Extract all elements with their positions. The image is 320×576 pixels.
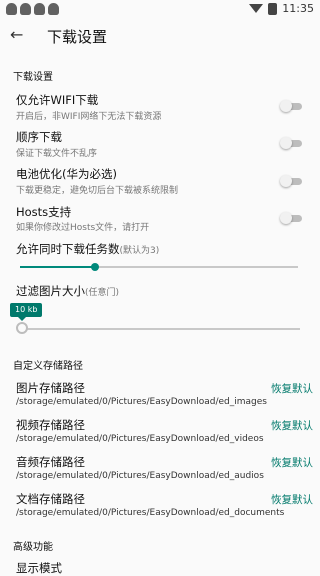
video-path-value: /storage/emulated/0/Pictures/EasyDownloa… bbox=[16, 434, 264, 444]
battery-optimization-switch[interactable] bbox=[280, 175, 302, 187]
section-header-custom-path: 自定义存储路径 bbox=[13, 361, 83, 372]
filter-size-label: 过滤图片大小(任意门) bbox=[16, 283, 119, 299]
video-path-title[interactable]: 视频存储路径 bbox=[16, 417, 85, 433]
filter-size-slider-track[interactable] bbox=[20, 328, 300, 330]
back-arrow-icon[interactable]: ← bbox=[10, 26, 23, 44]
notification-icon bbox=[6, 3, 17, 15]
concurrent-tasks-label: 允许同时下载任务数(默认为3) bbox=[16, 241, 159, 257]
notification-icons bbox=[6, 3, 59, 15]
filter-size-slider-thumb[interactable] bbox=[16, 322, 28, 334]
audio-path-title[interactable]: 音频存储路径 bbox=[16, 454, 85, 470]
toggle-sequential-subtitle: 保证下载文件不乱序 bbox=[16, 149, 98, 159]
wifi-icon bbox=[249, 4, 264, 13]
concurrent-tasks-label-text: 允许同时下载任务数 bbox=[16, 242, 120, 256]
toggle-sequential-title[interactable]: 顺序下载 bbox=[16, 129, 62, 145]
page-title: 下载设置 bbox=[47, 28, 108, 46]
display-mode-item[interactable]: 显示模式 bbox=[16, 560, 62, 576]
status-bar: 11:35 bbox=[0, 0, 320, 18]
hosts-support-switch[interactable] bbox=[280, 212, 302, 224]
wifi-only-switch[interactable] bbox=[280, 100, 302, 112]
document-path-restore-button[interactable]: 恢复默认 bbox=[271, 492, 313, 507]
filter-size-label-text: 过滤图片大小 bbox=[16, 284, 85, 298]
filter-size-hint: (任意门) bbox=[85, 288, 120, 298]
app-bar: ← 下载设置 bbox=[0, 18, 320, 52]
audio-path-restore-button[interactable]: 恢复默认 bbox=[271, 455, 313, 470]
toggle-wifi-only-title[interactable]: 仅允许WIFI下载 bbox=[16, 92, 98, 108]
notification-icon bbox=[34, 3, 45, 15]
concurrent-tasks-slider-thumb[interactable] bbox=[91, 263, 99, 271]
image-path-title[interactable]: 图片存储路径 bbox=[16, 380, 85, 396]
document-path-title[interactable]: 文档存储路径 bbox=[16, 491, 85, 507]
toggle-hosts-subtitle: 如果你修改过Hosts文件，请打开 bbox=[16, 223, 150, 233]
image-path-value: /storage/emulated/0/Pictures/EasyDownloa… bbox=[16, 397, 267, 407]
document-path-value: /storage/emulated/0/Pictures/EasyDownloa… bbox=[16, 508, 285, 518]
filter-size-value-bubble: 10 kb bbox=[10, 303, 43, 321]
toggle-battery-title[interactable]: 电池优化(华为必选) bbox=[16, 166, 117, 182]
notification-icon bbox=[20, 3, 31, 15]
image-path-restore-button[interactable]: 恢复默认 bbox=[271, 381, 313, 396]
video-path-restore-button[interactable]: 恢复默认 bbox=[271, 418, 313, 433]
concurrent-tasks-slider-fill bbox=[20, 266, 95, 268]
sequential-download-switch[interactable] bbox=[280, 137, 302, 149]
status-time: 11:35 bbox=[282, 2, 314, 15]
battery-icon bbox=[268, 2, 278, 15]
audio-path-value: /storage/emulated/0/Pictures/EasyDownloa… bbox=[16, 471, 264, 481]
notification-icon bbox=[48, 3, 59, 15]
toggle-battery-subtitle: 下载更稳定，避免切后台下载被系统限制 bbox=[16, 186, 179, 196]
toggle-hosts-title[interactable]: Hosts支持 bbox=[16, 204, 71, 220]
toggle-wifi-only-subtitle: 开启后，非WIFI网络下无法下载资源 bbox=[16, 112, 162, 122]
section-header-download: 下载设置 bbox=[13, 72, 53, 83]
concurrent-tasks-hint: (默认为3) bbox=[119, 246, 160, 256]
section-header-advanced: 高级功能 bbox=[13, 542, 53, 553]
